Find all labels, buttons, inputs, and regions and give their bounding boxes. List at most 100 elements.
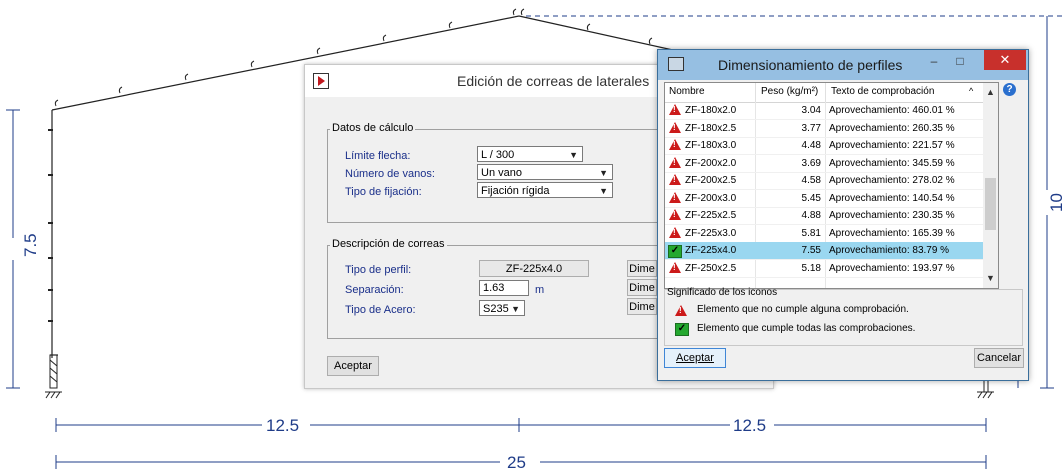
check-text: Aprovechamiento: 83.79 % <box>829 245 950 256</box>
check-text: Aprovechamiento: 460.01 % <box>829 105 955 116</box>
close-button[interactable]: ✕ <box>984 50 1026 70</box>
app-icon <box>313 73 329 89</box>
icon-legend-title: Significado de los iconos <box>667 287 778 298</box>
separation-label: Separación: <box>345 284 404 296</box>
dialog-title: Dimensionamiento de perfiles <box>718 57 903 73</box>
profile-sizing-dialog: Dimensionamiento de perfiles – □ ✕ ? Nom… <box>657 49 1029 381</box>
table-row[interactable]: ZF-250x2.5 5.18 Aprovechamiento: 193.97 % <box>665 260 983 278</box>
fixing-type-label: Tipo de fijación: <box>345 186 422 198</box>
fixing-type-select[interactable]: Fijación rígida ▼ <box>477 182 613 198</box>
warning-icon <box>669 139 681 150</box>
profile-weight: 3.77 <box>801 122 821 134</box>
table-row[interactable]: ZF-200x3.0 5.45 Aprovechamiento: 140.54 % <box>665 190 983 208</box>
steel-type-label: Tipo de Acero: <box>345 304 416 316</box>
calc-data-legend: Datos de cálculo <box>330 122 416 134</box>
table-row[interactable]: ZF-180x2.0 3.04 Aprovechamiento: 460.01 % <box>665 102 983 120</box>
profile-weight: 3.69 <box>801 157 821 169</box>
profile-type-field[interactable]: ZF-225x4.0 <box>479 260 589 277</box>
scroll-up-icon[interactable]: ▲ <box>986 87 995 97</box>
profile-name: ZF-180x2.0 <box>685 105 737 116</box>
column-header-name[interactable]: Nombre <box>669 86 705 97</box>
spans-count-select[interactable]: Un vano ▼ <box>477 164 613 180</box>
warning-icon <box>669 174 681 185</box>
table-row[interactable]: ZF-200x2.5 4.58 Aprovechamiento: 278.02 % <box>665 172 983 190</box>
deflection-limit-label: Límite flecha: <box>345 150 411 162</box>
check-text: Aprovechamiento: 165.39 % <box>829 227 955 239</box>
profile-weight: 3.04 <box>801 105 821 116</box>
warning-icon <box>669 104 681 115</box>
sort-up-icon[interactable]: ^ <box>969 86 973 96</box>
check-text: Aprovechamiento: 221.57 % <box>829 140 955 151</box>
spans-count-label: Número de vanos: <box>345 168 435 180</box>
accept-button[interactable]: Aceptar <box>327 356 379 376</box>
dialog-title: Edición de correas de laterales <box>457 73 650 89</box>
profile-weight: 4.48 <box>801 140 821 151</box>
table-row[interactable]: ZF-180x2.5 3.77 Aprovechamiento: 260.35 % <box>665 120 983 138</box>
check-text: Aprovechamiento: 193.97 % <box>829 262 955 274</box>
profile-weight: 4.88 <box>801 210 821 221</box>
maximize-button[interactable]: □ <box>952 54 968 68</box>
chevron-down-icon: ▼ <box>511 304 520 314</box>
bay-right-label: 12.5 <box>733 416 766 435</box>
dimension-button[interactable]: Dime <box>627 260 657 277</box>
profile-name: ZF-250x2.5 <box>685 262 737 274</box>
warning-icon <box>669 156 681 168</box>
profile-weight: 4.58 <box>801 175 821 186</box>
icon-legend: Significado de los iconos Elemento que n… <box>664 287 1023 346</box>
scroll-down-icon[interactable]: ▼ <box>986 273 995 283</box>
table-row[interactable]: ZF-180x3.0 4.48 Aprovechamiento: 221.57 % <box>665 137 983 155</box>
help-icon[interactable]: ? <box>1003 83 1016 96</box>
accept-button[interactable]: Aceptar <box>664 348 726 368</box>
warning-icon <box>669 226 681 238</box>
total-span-label: 25 <box>507 453 526 472</box>
dimension-button[interactable]: Dime <box>627 279 657 296</box>
scrollbar-thumb[interactable] <box>985 178 996 230</box>
profile-name: ZF-225x3.0 <box>685 227 737 239</box>
left-support-icon <box>45 354 62 399</box>
dialog-titlebar[interactable]: Dimensionamiento de perfiles – □ ✕ <box>658 50 1028 80</box>
profile-name: ZF-200x3.0 <box>685 192 737 204</box>
table-row[interactable]: ✓ ZF-225x4.0 7.55 Aprovechamiento: 83.79 % <box>665 242 983 260</box>
chevron-down-icon: ▼ <box>569 150 578 160</box>
profile-weight: 5.18 <box>801 262 821 274</box>
dimension-button[interactable]: Dime <box>627 298 657 315</box>
profile-name: ZF-200x2.5 <box>685 175 737 186</box>
column-header-check[interactable]: Texto de comprobación <box>831 86 934 97</box>
table-row[interactable]: ZF-225x3.0 5.81 Aprovechamiento: 165.39 % <box>665 225 983 243</box>
deflection-limit-value: L / 300 <box>481 149 515 161</box>
purlin-description-legend: Descripción de correas <box>330 238 447 250</box>
profiles-table: Nombre Peso (kg/m²) Texto de comprobació… <box>664 82 999 289</box>
profile-name: ZF-225x4.0 <box>685 245 737 256</box>
profile-weight: 5.45 <box>801 192 821 204</box>
profile-name: ZF-180x3.0 <box>685 140 737 151</box>
right-support-icon <box>977 380 994 399</box>
table-header: Nombre Peso (kg/m²) Texto de comprobació… <box>665 83 983 103</box>
profile-weight: 7.55 <box>801 245 821 256</box>
fixing-type-value: Fijación rígida <box>481 185 550 197</box>
check-text: Aprovechamiento: 345.59 % <box>829 157 955 169</box>
profile-name: ZF-225x2.5 <box>685 210 737 221</box>
legend-ok-text: Elemento que cumple todas las comprobaci… <box>697 323 916 334</box>
column-header-weight[interactable]: Peso (kg/m²) <box>761 86 818 97</box>
minimize-button[interactable]: – <box>926 54 942 68</box>
check-text: Aprovechamiento: 230.35 % <box>829 210 955 221</box>
profile-name: ZF-200x2.0 <box>685 157 737 169</box>
column-divider <box>755 83 756 102</box>
left-height-dimension <box>6 109 20 389</box>
table-row[interactable]: ZF-225x2.5 4.88 Aprovechamiento: 230.35 % <box>665 207 983 225</box>
check-text: Aprovechamiento: 140.54 % <box>829 192 955 204</box>
steel-type-select[interactable]: S235 ▼ <box>479 300 525 316</box>
warning-icon <box>669 261 681 273</box>
cancel-button[interactable]: Cancelar <box>974 348 1024 368</box>
check-text: Aprovechamiento: 278.02 % <box>829 175 955 186</box>
warning-icon <box>669 209 681 220</box>
table-scrollbar[interactable]: ▲ ▼ <box>983 83 998 288</box>
check-icon: ✓ <box>675 323 689 336</box>
legend-warning-text: Elemento que no cumple alguna comprobaci… <box>697 304 909 315</box>
table-row[interactable]: ZF-200x2.0 3.69 Aprovechamiento: 345.59 % <box>665 155 983 173</box>
chevron-down-icon: ▼ <box>599 186 608 196</box>
deflection-limit-select[interactable]: L / 300 ▼ <box>477 146 583 162</box>
warning-icon <box>669 191 681 203</box>
separation-input[interactable]: 1.63 <box>479 280 529 296</box>
profile-weight: 5.81 <box>801 227 821 239</box>
